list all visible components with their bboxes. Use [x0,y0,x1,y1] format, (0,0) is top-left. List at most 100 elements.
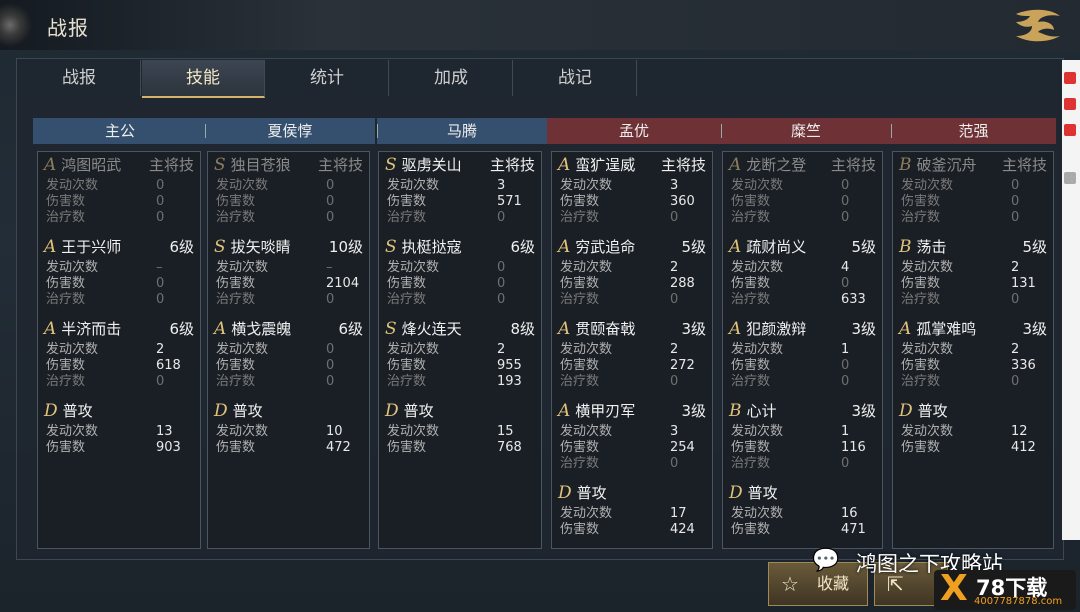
stat-label: 伤害数 [560,194,600,209]
stat-row: 治疗数 0 [387,210,537,226]
stat-label: 伤害数 [216,440,256,455]
stat-value: 0 [841,358,850,373]
stat-row: 治疗数 633 [731,292,878,308]
stat-label: 治疗数 [731,456,771,471]
stat-value: 0 [326,292,335,307]
skill-name-text: 穷武追命 [575,238,636,256]
skill-name-text: 普攻 [62,402,93,420]
skill-level: 5级 [851,238,876,256]
skill-name-text: 横戈震魄 [231,320,292,338]
stat-row: 伤害数 472 [216,440,365,456]
stat-value: 2 [670,342,679,357]
skill-name: A 穷武追命 [558,236,635,258]
stat-label: 发动次数 [216,260,269,275]
stat-row: 发动次数 2 [46,342,196,358]
stat-row: 伤害数 2104 [216,276,365,292]
skill-entry: A 蛮犷逞威 主将技 发动次数 3 伤害数 360 治疗数 0 [558,154,706,232]
stat-value: 618 [156,358,181,373]
skill-name: S 烽火连天 [385,318,462,340]
stat-label: 伤害数 [560,522,600,537]
skill-name: D 普攻 [44,400,93,422]
stat-label: 治疗数 [387,210,427,225]
skill-entry: B 荡击 5级 发动次数 2 伤害数 131 治疗数 0 [899,236,1047,314]
skill-entry: A 龙断之登 主将技 发动次数 0 伤害数 0 治疗数 0 [729,154,876,232]
stat-value: 0 [841,456,850,471]
stat-row: 伤害数 0 [901,194,1049,210]
skill-grade: S [214,155,226,175]
skill-grade: A [899,319,912,339]
skill-name: D 普攻 [558,482,607,504]
stat-value: 472 [326,440,351,455]
skill-name-text: 孤掌难鸣 [916,320,977,338]
skill-name-text: 王于兴师 [61,238,122,256]
stat-label: 发动次数 [731,342,784,357]
stat-row: 伤害数 288 [560,276,708,292]
tab-1[interactable]: 技能 [142,60,265,98]
tab-3[interactable]: 加成 [390,60,513,96]
header-divider [891,124,892,138]
skill-grade: B [899,237,912,257]
skill-grade: A [44,319,57,339]
stat-label: 伤害数 [560,276,600,291]
general-header: 主公 [33,118,207,144]
stat-label: 治疗数 [46,210,86,225]
general-skill-card: A 鸿图昭武 主将技 发动次数 0 伤害数 0 治疗数 0 A 王于兴师 6级 发动次数 – 伤害数 0 治疗数… [37,151,201,549]
stat-value: 0 [326,342,335,357]
stat-label: 发动次数 [387,342,440,357]
skill-grade: A [44,237,57,257]
skill-name: D 普攻 [899,400,948,422]
skill-grade: A [214,319,227,339]
skill-name-text: 普攻 [232,402,263,420]
stat-row: 治疗数 0 [560,210,708,226]
stat-value: 424 [670,522,695,537]
stat-row: 伤害数 131 [901,276,1049,292]
stat-value: 131 [1011,276,1036,291]
stat-value: – [156,260,163,275]
skill-name: B 心计 [729,400,777,422]
stat-value: 254 [670,440,695,455]
stat-row: 伤害数 0 [46,194,196,210]
skill-grade: S [385,155,397,175]
stat-label: 发动次数 [46,260,99,275]
stat-row: 伤害数 0 [46,276,196,292]
skill-name: D 普攻 [385,400,434,422]
stat-row: 治疗数 0 [216,374,365,390]
stat-value: 3 [670,424,679,439]
skill-entry: D 普攻 发动次数 10 伤害数 472 [214,400,363,478]
stat-row: 伤害数 768 [387,440,537,456]
skill-name: A 王于兴师 [44,236,121,258]
stat-label: 发动次数 [216,424,269,439]
watermark-wechat: 💬 [812,548,852,578]
skill-grade: A [558,155,571,175]
tab-0[interactable]: 战报 [18,60,141,96]
stat-label: 发动次数 [901,178,954,193]
stat-label: 发动次数 [731,178,784,193]
watermark-badge: X 78下载 4007787878.com [934,568,1076,610]
skill-grade: A [44,155,57,175]
close-dragon-icon[interactable] [1010,6,1066,44]
stat-value: 0 [326,194,335,209]
stat-label: 伤害数 [901,358,941,373]
stat-label: 治疗数 [560,374,600,389]
tab-2[interactable]: 统计 [266,60,389,96]
stat-value: 3 [670,178,679,193]
skill-name: A 犯颜激辩 [729,318,806,340]
skill-grade: D [385,401,399,421]
stat-label: 伤害数 [731,276,771,291]
stat-value: 0 [1011,292,1020,307]
skill-name-text: 普攻 [747,484,778,502]
stat-row: 伤害数 471 [731,522,878,538]
skill-grade: S [385,237,397,257]
skill-name-text: 普攻 [917,402,948,420]
stat-label: 发动次数 [387,260,440,275]
tab-4[interactable]: 战记 [514,60,637,96]
skill-entry: D 普攻 发动次数 16 伤害数 471 [729,482,876,560]
stat-label: 发动次数 [46,178,99,193]
skill-level: 3级 [681,402,706,420]
skill-entry: A 王于兴师 6级 发动次数 – 伤害数 0 治疗数 0 [44,236,194,314]
stat-row: 伤害数 0 [731,358,878,374]
skill-level: 3级 [681,320,706,338]
stat-value: 0 [497,292,506,307]
stat-row: 治疗数 0 [216,292,365,308]
stat-label: 伤害数 [387,276,427,291]
